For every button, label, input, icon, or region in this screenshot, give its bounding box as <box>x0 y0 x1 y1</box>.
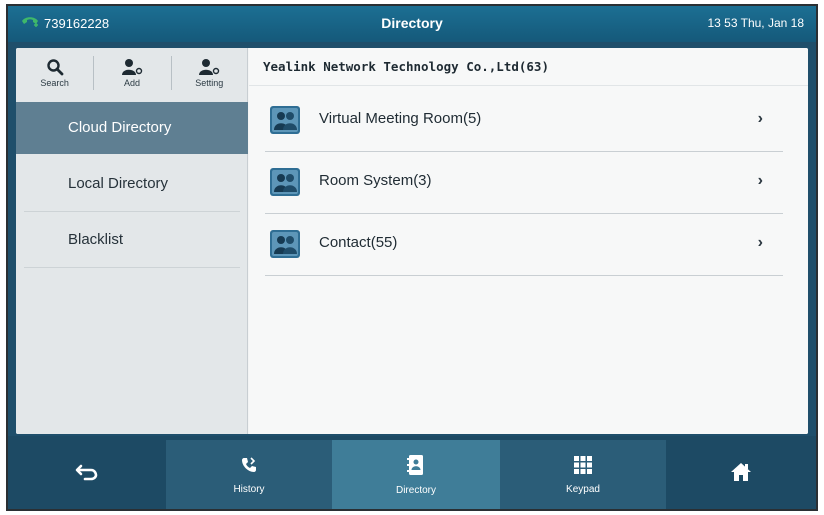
group-icon <box>269 105 301 135</box>
list-item-label: Room System(3) <box>319 172 432 189</box>
date-time: 13 53 Thu, Jan 18 <box>707 16 804 30</box>
screen-title: Directory <box>381 15 443 31</box>
phone-number: 739162228 <box>44 16 110 31</box>
list-item-contact[interactable]: Contact(55) › <box>265 214 783 276</box>
keypad-icon <box>573 455 593 480</box>
home-button[interactable] <box>666 440 816 509</box>
directory-button[interactable]: Directory <box>332 440 500 509</box>
divider <box>24 211 240 212</box>
divider <box>24 267 240 268</box>
setting-label: Setting <box>195 78 224 88</box>
line-status: 739162228 <box>20 15 109 32</box>
list-item-virtual-meeting-room[interactable]: Virtual Meeting Room(5) › <box>265 90 783 152</box>
back-button[interactable] <box>8 440 166 509</box>
back-arrow-icon <box>75 462 99 487</box>
setting-button[interactable]: Setting <box>170 48 248 98</box>
history-label: History <box>233 483 265 495</box>
contact-setting-icon <box>198 58 220 76</box>
bottom-navigation: History Directory Keypad <box>8 436 816 509</box>
history-icon <box>239 455 259 480</box>
directory-header: Yealink Network Technology Co.,Ltd(63) <box>249 48 808 86</box>
handset-icon <box>20 15 40 32</box>
status-bar: Directory 739162228 13 53 Thu, Jan 18 <box>8 6 816 42</box>
chevron-right-icon: › <box>757 172 763 189</box>
list-item-label: Virtual Meeting Room(5) <box>319 110 482 127</box>
chevron-right-icon: › <box>757 110 763 127</box>
search-label: Search <box>40 78 69 88</box>
chevron-right-icon: › <box>757 234 763 251</box>
add-button[interactable]: Add <box>93 48 170 98</box>
sidebar-item-cloud-directory[interactable]: Cloud Directory <box>16 102 248 154</box>
list-item-room-system[interactable]: Room System(3) › <box>265 152 783 214</box>
home-icon <box>730 462 752 487</box>
directory-toolbar: Search Add Setting <box>16 48 248 98</box>
add-label: Add <box>123 78 140 88</box>
content-panel: Search Add Setting Cloud Directory Local… <box>16 48 808 434</box>
directory-list-panel: Yealink Network Technology Co.,Ltd(63) V… <box>249 48 808 434</box>
group-icon <box>269 229 301 259</box>
address-book-icon <box>406 454 426 481</box>
keypad-label: Keypad <box>566 483 600 495</box>
directory-label: Directory <box>395 484 436 496</box>
group-icon <box>269 167 301 197</box>
sidebar-item-blacklist[interactable]: Blacklist <box>16 214 248 266</box>
list-item-label: Contact(55) <box>319 234 398 251</box>
keypad-button[interactable]: Keypad <box>500 440 666 509</box>
history-button[interactable]: History <box>166 440 332 509</box>
search-button[interactable]: Search <box>16 48 93 98</box>
sidebar-item-local-directory[interactable]: Local Directory <box>16 158 248 210</box>
search-icon <box>46 58 64 76</box>
phone-screen: Directory 739162228 13 53 Thu, Jan 18 Se… <box>6 4 818 511</box>
sidebar: Search Add Setting Cloud Directory Local… <box>16 48 248 434</box>
add-contact-icon <box>121 58 143 76</box>
